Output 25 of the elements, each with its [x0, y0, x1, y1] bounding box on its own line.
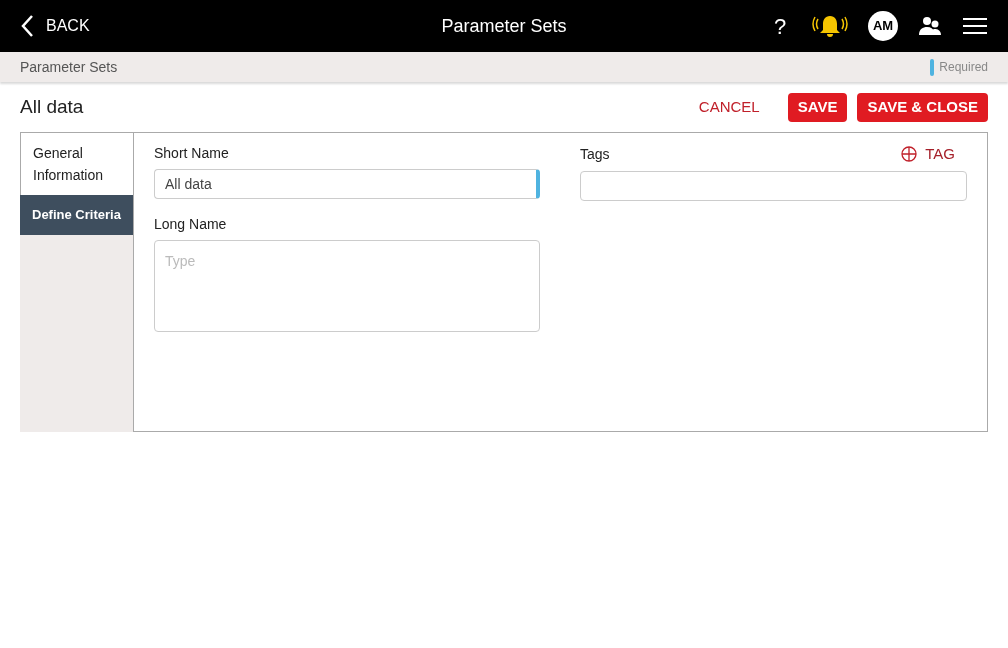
side-tab[interactable]: General Information — [20, 132, 133, 195]
cancel-button[interactable]: CANCEL — [686, 95, 772, 119]
tags-field[interactable] — [580, 170, 967, 201]
users-icon[interactable] — [918, 15, 942, 37]
record-title: All data — [20, 94, 84, 119]
bell-icon[interactable] — [812, 13, 848, 39]
required-legend: Required — [939, 58, 988, 76]
menu-icon[interactable] — [962, 17, 988, 35]
help-button[interactable]: ? — [768, 9, 792, 43]
breadcrumb[interactable]: Parameter Sets — [20, 56, 118, 78]
short-name-field[interactable]: All data — [154, 169, 540, 199]
field-label: Tags — [580, 144, 610, 164]
required-marker-icon — [930, 58, 935, 76]
page-title: Parameter Sets — [441, 14, 567, 38]
side-tab[interactable]: Define Criteria — [20, 195, 133, 235]
chevron-left-icon — [20, 14, 34, 38]
save-button[interactable]: SAVE — [787, 92, 848, 122]
long-name-field[interactable]: Type — [154, 240, 540, 332]
save-close-button[interactable]: SAVE & CLOSE — [857, 92, 988, 122]
avatar-button[interactable]: AM — [868, 11, 898, 41]
field-label: Long Name — [154, 215, 228, 234]
add-tag-button[interactable]: TAG — [901, 143, 955, 166]
field-label: Short Name — [154, 144, 230, 163]
plus-circle-icon — [901, 146, 918, 163]
back-button[interactable]: BACK — [20, 14, 90, 38]
